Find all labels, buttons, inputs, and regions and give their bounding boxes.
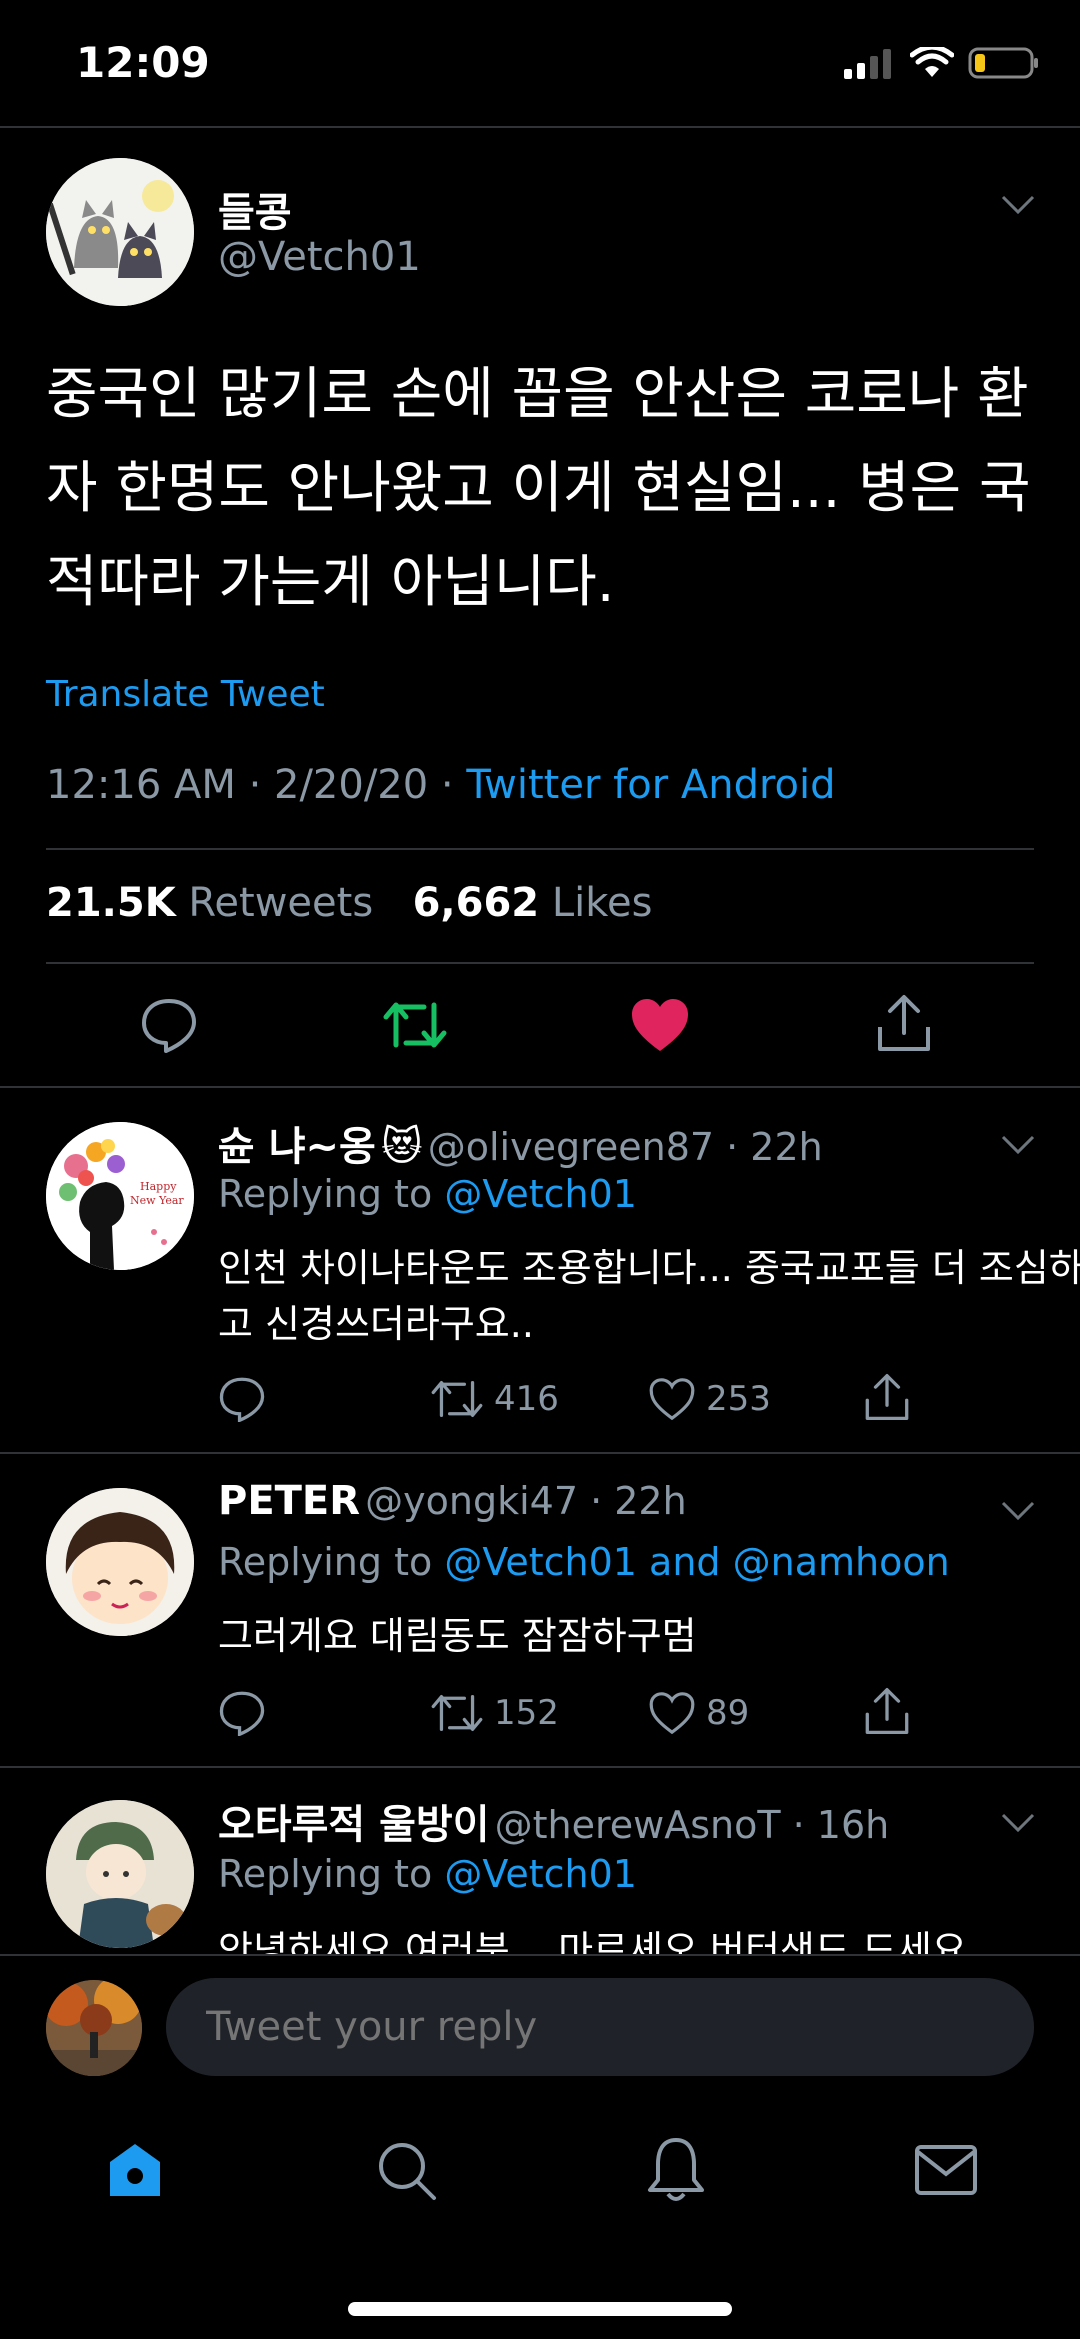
replying-to: Replying to @Vetch01	[218, 1852, 637, 1896]
tab-bar	[0, 2100, 1080, 2240]
status-time: 12:09	[76, 38, 210, 87]
svg-text:Happy: Happy	[140, 1180, 177, 1193]
reply-header: 슌 냐~옹 😻 @olivegreen87 · 22h	[218, 1114, 823, 1172]
cartoon-girl-illustration	[46, 1800, 194, 1948]
share-icon[interactable]	[876, 993, 932, 1053]
author-avatar[interactable]	[46, 158, 194, 306]
reply-icon	[219, 1377, 265, 1422]
chevron-down-icon[interactable]	[1000, 194, 1036, 216]
reply-input[interactable]	[166, 1978, 1034, 2076]
reply-text: 인천 차이나타운도 조용합니다... 중국교포들 더 조심하고 신경쓰더라구요.…	[218, 1246, 1080, 1346]
likes-count[interactable]: 6,662	[413, 880, 540, 926]
retweet-icon	[431, 1694, 483, 1731]
cats-illustration	[46, 158, 194, 306]
svg-text:New Year: New Year	[130, 1194, 184, 1207]
cartoon-boy-illustration	[46, 1488, 194, 1636]
reply-handle-time[interactable]: @therewAsnoT · 16h	[495, 1803, 890, 1847]
replying-to-link[interactable]: @Vetch01	[444, 1172, 637, 1216]
heart-filled-icon[interactable]	[630, 997, 690, 1053]
tweet-text: 중국인 많기로 손에 꼽을 안산은 코로나 환자 한명도 안나왔고 이게 현실임…	[46, 362, 1031, 615]
reply-button[interactable]	[218, 1690, 266, 1736]
signal-icon	[844, 49, 891, 79]
reply-handle-time[interactable]: @yongki47 · 22h	[365, 1479, 687, 1523]
author-handle[interactable]: @Vetch01	[218, 234, 421, 280]
retweets-count[interactable]: 21.5K	[46, 880, 176, 926]
heart-icon	[649, 1378, 695, 1421]
reply-handle-time[interactable]: @olivegreen87 · 22h	[428, 1125, 823, 1169]
reply-text: 안녕하세요 여러분... 마르셰오 버터샌드 드세요	[218, 1928, 967, 1954]
chevron-down-icon[interactable]	[1000, 1500, 1036, 1522]
tweet-source-link[interactable]: Twitter for Android	[466, 762, 835, 808]
replying-to: Replying to @Vetch01 and @namhoon	[218, 1540, 950, 1584]
chevron-down-icon[interactable]	[1000, 1812, 1036, 1834]
messages-mail-icon[interactable]	[914, 2144, 978, 2196]
divider	[0, 126, 1080, 128]
reply-author-name[interactable]: 오타루적 울방이	[218, 1802, 490, 1848]
like-count: 89	[706, 1693, 750, 1733]
like-button[interactable]: 89	[648, 1690, 749, 1736]
share-icon	[865, 1374, 909, 1420]
tweet-actions	[0, 985, 1080, 1065]
retweets-label[interactable]: Retweets	[188, 880, 373, 926]
wifi-icon	[910, 47, 954, 77]
retweet-count: 416	[494, 1379, 559, 1419]
likes-label[interactable]: Likes	[552, 880, 653, 926]
divider	[46, 848, 1034, 850]
retweet-icon[interactable]	[382, 997, 448, 1053]
emoji: 😻	[380, 1124, 423, 1170]
divider	[0, 1452, 1080, 1454]
battery-icon	[968, 47, 1038, 79]
happy-new-year-illustration: Happy New Year	[46, 1122, 194, 1270]
home-indicator[interactable]	[348, 2302, 732, 2316]
like-button[interactable]: 253	[648, 1376, 771, 1422]
notifications-bell-icon[interactable]	[646, 2136, 706, 2204]
replying-label: Replying to	[218, 1172, 445, 1216]
reply-avatar[interactable]	[46, 1488, 194, 1636]
reply-avatar[interactable]	[46, 1800, 194, 1948]
autumn-photo	[46, 1980, 142, 2076]
reply-header: PETER @yongki47 · 22h	[218, 1478, 687, 1524]
search-icon[interactable]	[376, 2140, 438, 2202]
share-button[interactable]	[864, 1686, 910, 1736]
home-icon[interactable]	[104, 2140, 166, 2200]
replying-to-link[interactable]: @Vetch01	[444, 1852, 637, 1896]
translate-tweet-link[interactable]: Translate Tweet	[46, 674, 325, 715]
replying-to-link[interactable]: @Vetch01 and @namhoon	[444, 1540, 949, 1584]
replying-label: Replying to	[218, 1540, 445, 1584]
tweet-stats: 21.5K Retweets 6,662 Likes	[46, 880, 652, 926]
status-icons	[844, 46, 1040, 80]
divider	[46, 962, 1034, 964]
divider	[0, 1086, 1080, 1088]
share-icon	[865, 1688, 909, 1734]
reply-clipped: 오타루적 울방이 @therewAsnoT · 16h Replying to …	[0, 1768, 1080, 1954]
replying-label: Replying to	[218, 1852, 445, 1896]
chevron-down-icon[interactable]	[1000, 1134, 1036, 1156]
tweet-timestamp: 12:16 AM · 2/20/20 ·	[46, 762, 467, 808]
reply-author-name[interactable]: 슌 냐~옹	[218, 1124, 376, 1170]
retweet-button[interactable]: 416	[430, 1376, 559, 1422]
reply-text: 그러게요 대림동도 잠잠하구멈	[218, 1614, 697, 1658]
retweet-button[interactable]: 152	[430, 1690, 559, 1736]
reply-icon	[219, 1691, 265, 1736]
reply-avatar[interactable]: Happy New Year	[46, 1122, 194, 1270]
tweet-meta: 12:16 AM · 2/20/20 · Twitter for Android	[46, 762, 836, 808]
retweet-icon	[431, 1380, 483, 1417]
reply-header: 오타루적 울방이 @therewAsnoT · 16h	[218, 1792, 889, 1850]
share-button[interactable]	[864, 1372, 910, 1422]
user-avatar[interactable]	[46, 1980, 142, 2076]
reply-icon[interactable]	[140, 997, 198, 1053]
heart-icon	[649, 1692, 695, 1735]
divider	[0, 1954, 1080, 1956]
retweet-count: 152	[494, 1693, 559, 1733]
like-count: 253	[706, 1379, 771, 1419]
replying-to: Replying to @Vetch01	[218, 1172, 637, 1216]
reply-button[interactable]	[218, 1376, 266, 1422]
author-name[interactable]: 들콩	[218, 180, 292, 238]
reply-author-name[interactable]: PETER	[218, 1478, 360, 1524]
